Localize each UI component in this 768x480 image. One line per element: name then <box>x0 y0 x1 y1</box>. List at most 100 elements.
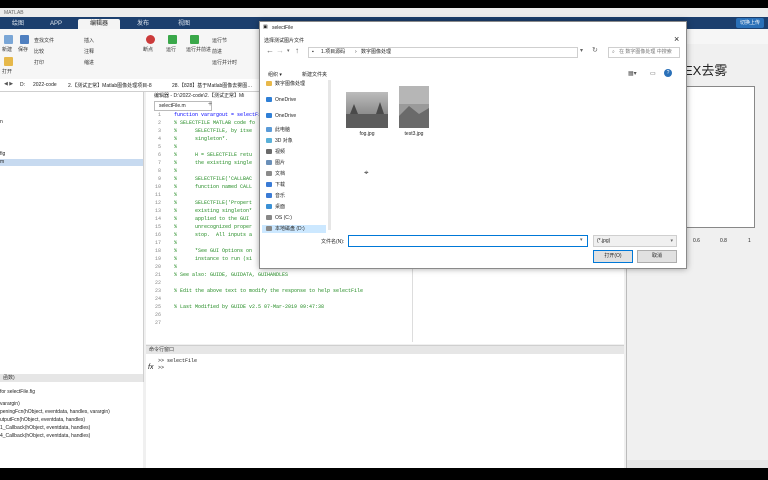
insert-button[interactable]: 插入 <box>84 37 94 44</box>
sidebar-item[interactable]: 3D 对象 <box>266 137 293 145</box>
cancel-button[interactable]: 取消 <box>637 250 677 263</box>
line-number: 14 <box>154 216 161 222</box>
sidebar-item[interactable]: 本地磁盘 (D:) <box>262 225 326 233</box>
details-panel: 函数) for selectFile.fig varargin) peningF… <box>0 374 143 468</box>
file-item-selected[interactable]: m <box>0 159 143 166</box>
sidebar-item[interactable]: 下载 <box>266 181 285 189</box>
sidebar-item[interactable]: OneDrive <box>266 112 296 120</box>
chevron-down-icon: ▾ <box>670 238 673 244</box>
compare-button[interactable]: 比较 <box>34 48 44 55</box>
sidebar-item[interactable]: 数字图像处理 <box>266 80 305 88</box>
back-arrow-icon[interactable]: ← <box>266 46 274 55</box>
dropdown-chevron-icon[interactable]: ▾ <box>580 47 583 54</box>
address-breadcrumb[interactable]: ▪ 1.项目源码 › 数字图像处理 <box>308 47 578 58</box>
breadcrumb-segment[interactable]: 1.项目源码 <box>321 48 345 57</box>
sidebar-item-label: OS (C:) <box>275 215 292 221</box>
run-time-button[interactable]: 运行并计时 <box>212 59 237 66</box>
command-prompt[interactable]: >> <box>158 365 197 372</box>
path-segment-code[interactable]: 2022-code <box>33 82 57 88</box>
help-icon[interactable]: ? <box>664 69 672 77</box>
breadcrumb-segment[interactable]: 数字图像处理 <box>361 48 391 57</box>
code-text: % Edit the above text to modify the resp… <box>174 288 364 294</box>
dialog-parent-title: selectFile <box>272 25 294 31</box>
dialog-toolbar: 组织 ▾ 新建文件夹 ▦▾ ▭ ? <box>260 69 686 79</box>
path-segment-folder[interactable]: 28.【828】基于Matlab图像去雾图… <box>172 82 252 89</box>
editor-file-tab[interactable]: selectFile.m <box>154 101 212 111</box>
run-advance-icon[interactable] <box>190 35 199 44</box>
sidebar-item[interactable]: 音乐 <box>266 192 285 200</box>
open-folder-icon[interactable] <box>4 57 13 66</box>
preview-pane-icon[interactable]: ▭ <box>650 70 656 77</box>
recent-dropdown-icon[interactable]: ▾ <box>287 48 290 54</box>
filename-label: 文件名(N): <box>321 239 345 245</box>
up-arrow-icon[interactable]: ↑ <box>295 46 299 55</box>
new-tab-plus-icon[interactable]: + <box>208 101 216 109</box>
line-number: 7 <box>157 160 161 166</box>
print-button[interactable]: 打印 <box>34 59 44 66</box>
view-options-icon[interactable]: ▦▾ <box>628 70 637 77</box>
new-folder-button[interactable]: 新建文件夹 <box>302 71 327 78</box>
file-item[interactable]: fig <box>0 151 5 157</box>
forward-arrow-icon[interactable]: → <box>276 46 284 55</box>
file-type-value: (*.jpg) <box>597 238 611 244</box>
breakpoint-icon[interactable] <box>146 35 155 44</box>
sidebar-item[interactable]: 图片 <box>266 159 285 167</box>
details-line: peningFcn(hObject, eventdata, handles, v… <box>0 409 110 415</box>
open-button[interactable]: 打开(O) <box>593 250 633 263</box>
save-icon[interactable] <box>20 35 29 44</box>
sidebar-item[interactable]: 桌面 <box>266 203 285 211</box>
organize-button[interactable]: 组织 ▾ <box>268 71 282 78</box>
file-item[interactable]: n <box>0 119 3 125</box>
comment-button[interactable]: 注释 <box>84 48 94 55</box>
new-file-icon[interactable] <box>4 35 13 44</box>
line-number: 5 <box>157 144 161 150</box>
close-icon[interactable]: × <box>674 34 679 44</box>
back-arrow-icon[interactable]: ◀ ▶ <box>4 81 13 87</box>
file-item-test3[interactable]: test3.jpg <box>394 80 446 140</box>
run-section-button[interactable]: 运行节 <box>212 37 227 44</box>
line-number: 13 <box>154 208 161 214</box>
tab-publish[interactable]: 发布 <box>124 19 162 29</box>
line-number: 17 <box>154 240 161 246</box>
sidebar-item-icon <box>266 138 272 144</box>
axis-tick-label: 0.8 <box>720 238 727 244</box>
line-number: 6 <box>157 152 161 158</box>
details-line: varargin) <box>0 401 20 407</box>
sidebar-item[interactable]: OS (C:) <box>266 214 292 222</box>
path-segment-project[interactable]: 2.【测试正常】Matlab图像处理项目-8 <box>68 82 152 89</box>
sidebar-item[interactable]: OneDrive <box>266 96 296 104</box>
tab-view[interactable]: 视图 <box>166 19 202 29</box>
line-number: 25 <box>154 304 161 310</box>
filename-input[interactable] <box>348 235 588 247</box>
sidebar-item-icon <box>266 171 272 177</box>
details-line: for selectFile.fig <box>0 389 36 395</box>
advance-button[interactable]: 前进 <box>212 48 222 55</box>
run-icon[interactable] <box>168 35 177 44</box>
sidebar-item-label: 音乐 <box>275 193 286 199</box>
line-number: 3 <box>157 128 161 134</box>
command-window[interactable]: 命令行窗口 >> selectFile >> fx <box>146 345 624 468</box>
line-number: 26 <box>154 312 161 318</box>
upgrade-button[interactable]: 切换上传 <box>735 18 764 28</box>
tab-plots[interactable]: 绘图 <box>2 19 34 29</box>
mouse-cursor-icon: ⌖ <box>364 168 369 177</box>
filename-dropdown-icon[interactable]: ▾ <box>580 237 583 243</box>
sidebar-item[interactable]: 视频 <box>266 148 285 156</box>
indent-button[interactable]: 缩进 <box>84 59 94 66</box>
tab-editor[interactable]: 编辑器 <box>78 19 120 29</box>
ribbon-run-label: 运行 <box>166 47 177 53</box>
path-segment-drive[interactable]: D: <box>20 82 25 88</box>
sidebar-item[interactable]: 此电脑 <box>266 126 290 134</box>
find-files-button[interactable]: 查找文件 <box>34 37 54 44</box>
dialog-caption-bar: 选择测试图片文件 × <box>260 34 686 45</box>
tab-apps[interactable]: APP <box>38 19 74 29</box>
sidebar-item[interactable]: 文档 <box>266 170 285 178</box>
search-box[interactable]: ⌕ 在 数字图像处理 中搜索 <box>608 47 680 58</box>
line-number: 8 <box>157 168 161 174</box>
details-list: for selectFile.fig varargin) peningFcn(h… <box>0 388 110 440</box>
code-text: % SELECTFILE('Propert <box>174 200 253 206</box>
navigation-scrollbar[interactable] <box>328 80 331 230</box>
refresh-icon[interactable]: ↻ <box>592 46 598 54</box>
file-type-select[interactable]: (*.jpg) ▾ <box>593 235 677 247</box>
file-item-fog[interactable]: fog.jpg <box>342 88 394 140</box>
